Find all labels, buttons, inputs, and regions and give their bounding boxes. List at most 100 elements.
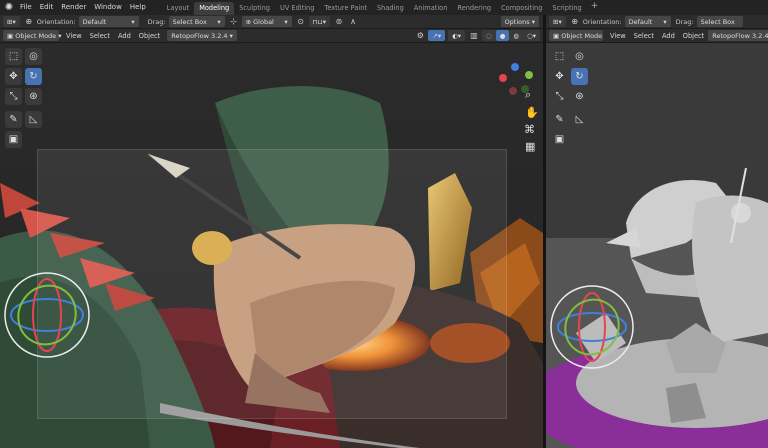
- orientation-label: Orientation:: [36, 17, 76, 26]
- orientation-dropdown[interactable]: Default ▾: [624, 16, 671, 27]
- annotate-icon[interactable]: ✎: [5, 111, 22, 128]
- tab-scripting[interactable]: Scripting: [547, 2, 586, 15]
- grid-icon[interactable]: ▦: [525, 140, 535, 153]
- shading-rendered-button[interactable]: ○▾: [523, 30, 540, 41]
- drag-label: Drag:: [675, 17, 694, 26]
- cursor-icon[interactable]: ◎: [571, 48, 588, 65]
- right-tool-header: ⊞▾ ⊕ Orientation: Default ▾ Drag: Select …: [546, 15, 768, 29]
- left-tool-header: ⊞▾ ⊕ Orientation: Default ▾ Drag: Select …: [0, 15, 543, 29]
- gizmo-neg-x-axis[interactable]: [509, 87, 517, 95]
- gizmo-x-axis[interactable]: [499, 74, 507, 82]
- pivot-icon[interactable]: ⊙: [295, 16, 307, 27]
- zoom-icon[interactable]: ⌕: [525, 88, 531, 102]
- tab-rendering[interactable]: Rendering: [452, 2, 496, 15]
- scale-icon[interactable]: ⤡: [5, 88, 22, 105]
- options-dropdown[interactable]: Options ▾: [500, 16, 539, 27]
- rotate-gizmo[interactable]: [2, 270, 92, 360]
- hand-icon[interactable]: ✋: [525, 106, 539, 119]
- transform-icon[interactable]: ⊛: [25, 88, 42, 105]
- top-menubar: ✺ File Edit Render Window Help Layout Mo…: [0, 0, 768, 15]
- snap-icon: ⊓⊔▾: [312, 17, 326, 26]
- options-label: Options: [504, 17, 530, 26]
- tab-texture-paint[interactable]: Texture Paint: [319, 2, 372, 15]
- viewport-right[interactable]: ⬚ ◎ ✥ ↻ ⤡ ⊛ ✎ ◺ ▣: [546, 43, 768, 448]
- shading-material-button[interactable]: ◍: [509, 30, 524, 41]
- transform-icon[interactable]: ⊕: [569, 16, 581, 27]
- grid-icon: ⊞▾: [553, 17, 562, 26]
- transform-icon[interactable]: ⊛: [571, 88, 588, 105]
- orientation-value: Default: [628, 17, 653, 26]
- chevron-down-icon: ▾: [284, 17, 288, 26]
- menu-file[interactable]: File: [16, 0, 36, 15]
- menu-help[interactable]: Help: [126, 0, 150, 15]
- mode-dropdown[interactable]: ▣ Object Mode ▾: [3, 30, 62, 41]
- menu-view[interactable]: View: [62, 32, 86, 40]
- menu-object[interactable]: Object: [679, 32, 708, 40]
- annotate-icon[interactable]: ✎: [551, 111, 568, 128]
- gizmo-z-axis[interactable]: [511, 63, 519, 71]
- rotate-gizmo[interactable]: [548, 283, 636, 371]
- wireframe-icon: ◌: [486, 31, 492, 40]
- menu-select[interactable]: Select: [86, 32, 114, 40]
- tab-modeling[interactable]: Modeling: [194, 1, 235, 15]
- camera-icon[interactable]: ⌘: [524, 123, 535, 136]
- menu-add[interactable]: Add: [114, 32, 135, 40]
- blender-logo-icon[interactable]: ✺: [2, 1, 16, 15]
- tab-shading[interactable]: Shading: [372, 2, 409, 15]
- tab-uv-editing[interactable]: UV Editing: [275, 2, 319, 15]
- falloff-icon[interactable]: ∧: [347, 16, 359, 27]
- tab-compositing[interactable]: Compositing: [496, 2, 547, 15]
- gizmo-y-axis[interactable]: [525, 71, 533, 79]
- viewport-left[interactable]: ⬚ ◎ ✥ ↻ ⤡ ⊛ ✎ ◺ ▣ ⌕ ✋ ⌘ ▦: [0, 43, 543, 448]
- measure-icon[interactable]: ◺: [571, 111, 588, 128]
- orientation-dropdown[interactable]: Default ▾: [78, 16, 139, 27]
- retopoflow-dropdown[interactable]: RetopoFlow 3.2.4: [708, 30, 768, 41]
- menu-add[interactable]: Add: [658, 32, 679, 40]
- cursor-icon[interactable]: ◎: [25, 48, 42, 65]
- orientation-label: Orientation:: [582, 17, 622, 26]
- right-view-header: ▣ Object Mode View Select Add Object Ret…: [546, 29, 768, 43]
- drag-value: Select Box: [172, 17, 207, 26]
- tab-sculpting[interactable]: Sculpting: [234, 2, 275, 15]
- tab-animation[interactable]: Animation: [409, 2, 453, 15]
- menu-render[interactable]: Render: [57, 0, 90, 15]
- proportional-edit-icon[interactable]: ⊚: [333, 16, 345, 27]
- add-workspace-button[interactable]: +: [587, 1, 599, 15]
- xray-icon[interactable]: ▥: [468, 30, 480, 41]
- transform-orientation-dropdown[interactable]: ⊕ Global ▾: [241, 16, 292, 27]
- editor-type-button[interactable]: ⊞▾: [549, 16, 566, 27]
- menu-object[interactable]: Object: [135, 32, 164, 40]
- measure-icon[interactable]: ◺: [25, 111, 42, 128]
- globe-icon: ⊕: [245, 17, 252, 26]
- retopoflow-dropdown[interactable]: RetopoFlow 3.2.4 ▾: [167, 30, 237, 41]
- menu-edit[interactable]: Edit: [36, 0, 58, 15]
- menu-window[interactable]: Window: [90, 0, 126, 15]
- add-cube-icon[interactable]: ▣: [551, 131, 568, 148]
- cursor-icon[interactable]: ⊹: [228, 16, 240, 27]
- visibility-icon[interactable]: ⚙: [414, 30, 426, 41]
- rotate-icon[interactable]: ↻: [571, 68, 588, 85]
- drag-dropdown[interactable]: Select Box: [696, 16, 743, 27]
- menu-select[interactable]: Select: [630, 32, 658, 40]
- tab-layout[interactable]: Layout: [162, 2, 194, 15]
- rotate-icon[interactable]: ↻: [25, 68, 42, 85]
- shading-solid-button[interactable]: ●: [495, 30, 510, 41]
- drag-dropdown[interactable]: Select Box ▾: [168, 16, 225, 27]
- move-icon[interactable]: ✥: [5, 68, 22, 85]
- add-cube-icon[interactable]: ▣: [5, 131, 22, 148]
- overlay-toggle[interactable]: ◐▾: [448, 30, 466, 41]
- left-view-header: ▣ Object Mode ▾ View Select Add Object R…: [0, 29, 543, 43]
- move-icon[interactable]: ✥: [551, 68, 568, 85]
- transform-icon[interactable]: ⊕: [23, 16, 35, 27]
- gizmo-toggle[interactable]: ↗▾: [428, 30, 446, 41]
- snap-toggle[interactable]: ⊓⊔▾: [308, 16, 330, 27]
- menu-view[interactable]: View: [606, 32, 630, 40]
- shading-wireframe-button[interactable]: ◌: [482, 30, 496, 41]
- object-mode-icon: ▣: [553, 31, 560, 40]
- mode-dropdown[interactable]: ▣ Object Mode: [549, 30, 603, 41]
- drag-label: Drag:: [147, 17, 166, 26]
- select-box-icon[interactable]: ⬚: [5, 48, 22, 65]
- select-box-icon[interactable]: ⬚: [551, 48, 568, 65]
- editor-type-button[interactable]: ⊞▾: [3, 16, 20, 27]
- scale-icon[interactable]: ⤡: [551, 88, 568, 105]
